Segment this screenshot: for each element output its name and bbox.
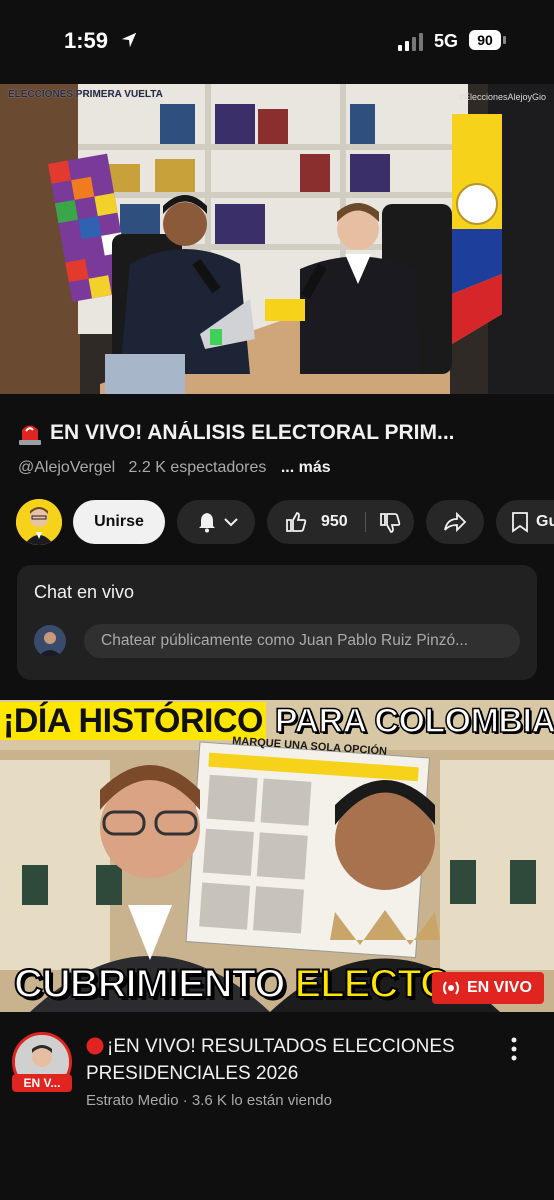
avatar-portrait [16,499,62,545]
chat-title: Chat en vivo [34,582,135,602]
next-video-thumbnail[interactable]: ¡DÍA HISTÓRICO PARA COLOMBIA! MARQUE UNA… [0,700,554,1012]
status-bar: 1:59 5G 90 [0,0,554,84]
video-frame [0,84,554,394]
headline-rest: PARA COLOMBIA! [265,701,554,741]
status-time: 1:59 [64,28,109,53]
like-count: 950 [321,513,348,530]
share-button[interactable] [426,500,484,544]
bottom-text-white: CUBRIMIENTO [13,961,295,1007]
thumbs-down-icon[interactable] [379,512,401,534]
viewer-count: 2.2 K espectadores [128,459,267,476]
channel-live-badge: EN V... [12,1074,72,1092]
headline-highlight: ¡DÍA HISTÓRICO [0,702,266,740]
watermark-logo: ELECCIONES PRIMERA VUELTA [8,89,163,100]
siren-icon [19,425,41,445]
notifications-button[interactable] [177,500,255,544]
red-circle-icon [86,1037,104,1055]
location-arrow-icon [121,32,137,48]
thumbs-up-icon[interactable] [285,511,307,533]
chat-input[interactable]: Chatear públicamente como Juan Pablo Rui… [84,624,520,658]
join-button[interactable]: Unirse [73,500,165,544]
channel-handle[interactable]: @AlejoVergel [18,459,115,476]
share-icon [444,511,467,533]
live-chat-panel[interactable]: Chat en vivo Chatear públicamente como J… [17,565,537,680]
next-video-title-text: ¡EN VIVO! RESULTADOS ELECCIONES PRESIDEN… [86,1036,455,1084]
thumbnail-headline: ¡DÍA HISTÓRICO PARA COLOMBIA! [0,701,554,741]
channel-avatar[interactable] [16,499,62,545]
network-type: 5G [434,31,459,51]
video-meta[interactable]: @AlejoVergel 2.2 K espectadores ... más [18,459,331,477]
watermark-hashtag: #EleccionesAlejoyGio [458,92,546,102]
more-options-icon[interactable] [506,1036,522,1062]
thumbnail-bottom-text: CUBRIMIENTO ELECTO [13,961,453,1007]
cellular-signal-icon [398,33,423,51]
live-badge: EN VIVO [432,972,544,1004]
video-title: EN VIVO! ANÁLISIS ELECTORAL PRIM... [50,421,455,444]
video-player[interactable]: ELECCIONES PRIMERA VUELTA #EleccionesAle… [0,84,554,394]
live-badge-text: EN VIVO [467,979,532,996]
save-label: Gu [536,513,554,530]
like-divider [365,512,366,532]
bottom-text-yellow: ELECTO [294,961,453,1007]
like-dislike-group: 950 [267,500,414,544]
user-avatar [34,625,66,657]
more-link[interactable]: ... más [281,459,331,476]
next-video-meta: Estrato Medio · 3.6 K lo están viendo [86,1092,332,1109]
next-video-title[interactable]: ¡EN VIVO! RESULTADOS ELECCIONES PRESIDEN… [86,1033,496,1087]
live-broadcast-icon [443,981,459,995]
save-button[interactable]: Gu [496,500,554,544]
action-bar: Unirse 950 Gu [16,499,554,545]
video-title-row[interactable]: EN VIVO! ANÁLISIS ELECTORAL PRIM... [18,420,538,446]
battery-level: 90 [469,30,501,50]
bookmark-icon [512,512,528,533]
bell-icon [199,513,215,533]
battery-icon: 90 [469,30,507,52]
chevron-down-icon [224,518,238,527]
